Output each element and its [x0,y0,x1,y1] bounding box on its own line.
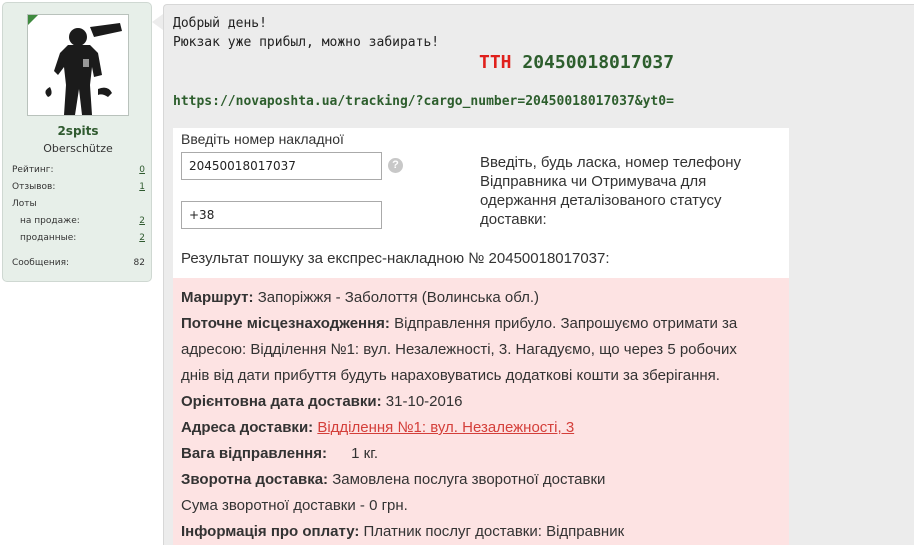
weight-label: Вага відправлення: [181,445,327,462]
return-value: Замовлена послуга зворотної доставки [332,471,606,488]
return-sum-row: Сума зворотної доставки - 0 грн. [181,497,408,514]
stat-on-sale: на продаже: 2 [12,216,145,230]
return-label: Зворотна доставка: [181,471,329,488]
stat-value: 82 [133,258,145,268]
stat-label: Отзывов: [12,182,56,192]
stat-value-link[interactable]: 2 [139,216,145,226]
date-label: Орієнтовна дата доставки: [181,393,382,410]
stat-messages: Сообщения: 82 [12,258,145,272]
location-row-3: днів від дати прибуття будуть нараховува… [181,367,720,384]
tracking-link[interactable]: https://novaposhta.ua/tracking/?cargo_nu… [173,94,674,109]
stat-label: Лоты [12,199,37,209]
online-indicator [28,15,38,25]
stat-label: Рейтинг: [12,165,54,175]
route-label: Маршрут: [181,289,254,306]
route-row: Маршрут: Запоріжжя - Заболоття (Волинськ… [181,285,781,311]
weight-row: Вага відправлення: 1 кг. [181,441,781,467]
date-value: 31-10-2016 [385,393,463,410]
stat-label: Сообщения: [12,258,70,268]
stat-lots: Лоты [12,199,145,213]
help-icon[interactable]: ? [388,158,403,173]
post-pointer [152,14,163,30]
greeting-line: Добрый день! [173,16,267,31]
post-text: Добрый день! Рюкзак уже прибыл, можно за… [173,14,439,52]
payment-row: Інформація про оплату: Платник послуг до… [181,519,781,545]
user-title: Oberschütze [43,142,113,155]
stat-value-link[interactable]: 0 [139,165,145,175]
username[interactable]: 2spits [3,124,153,138]
return-row: Зворотна доставка: Замовлена послуга зво… [181,467,781,493]
phone-hint: Введіть, будь ласка, номер телефону Відп… [480,154,741,228]
route-value: Запоріжжя - Заболоття (Волинська обл.) [257,289,540,306]
tracking-widget: Введіть номер накладної 20450018017037 ?… [173,128,789,278]
payment-value: Платник послуг доставки: Відправник [363,523,625,540]
address-label: Адреса доставки: [181,419,314,436]
address-row: Адреса доставки: Відділення №1: вул. Нез… [181,415,781,441]
user-card: 2spits Oberschütze Рейтинг: 0 Отзывов: 1… [2,2,152,282]
location-row-2: адресою: Відділення №1: вул. Незалежност… [181,341,737,358]
stat-reviews: Отзывов: 1 [12,182,145,196]
ttn-number: 20450018017037 [522,52,675,73]
stat-value-link[interactable]: 1 [139,182,145,192]
result-title: Результат пошуку за експрес-накладною № … [181,250,610,267]
stat-label: проданные: [20,233,77,243]
invoice-input[interactable]: 20450018017037 [181,152,382,180]
tracking-info: Маршрут: Запоріжжя - Заболоття (Волинськ… [173,278,789,545]
stat-sold: проданные: 2 [12,233,145,247]
invoice-label: Введіть номер накладної [181,131,344,147]
ttn-prefix: ТТН [479,52,512,73]
weight-value: 1 кг. [351,445,379,462]
payment-label: Інформація про оплату: [181,523,360,540]
date-row: Орієнтовна дата доставки: 31-10-2016 [181,389,781,415]
address-link[interactable]: Відділення №1: вул. Незалежності, 3 [317,419,574,436]
phone-input[interactable]: +38 [181,201,382,229]
message-line: Рюкзак уже прибыл, можно забирать! [173,35,440,50]
stat-label: на продаже: [20,216,80,226]
location-value: Відправлення прибуло. Запрошуємо отримат… [394,315,738,332]
avatar-image [28,15,128,115]
stat-value-link[interactable]: 2 [139,233,145,243]
stat-rating: Рейтинг: 0 [12,165,145,179]
ttn-heading: ТТН 20450018017037 [479,52,674,73]
avatar[interactable] [27,14,129,116]
location-row: Поточне місцезнаходження: Відправлення п… [181,311,781,337]
location-label: Поточне місцезнаходження: [181,315,390,332]
